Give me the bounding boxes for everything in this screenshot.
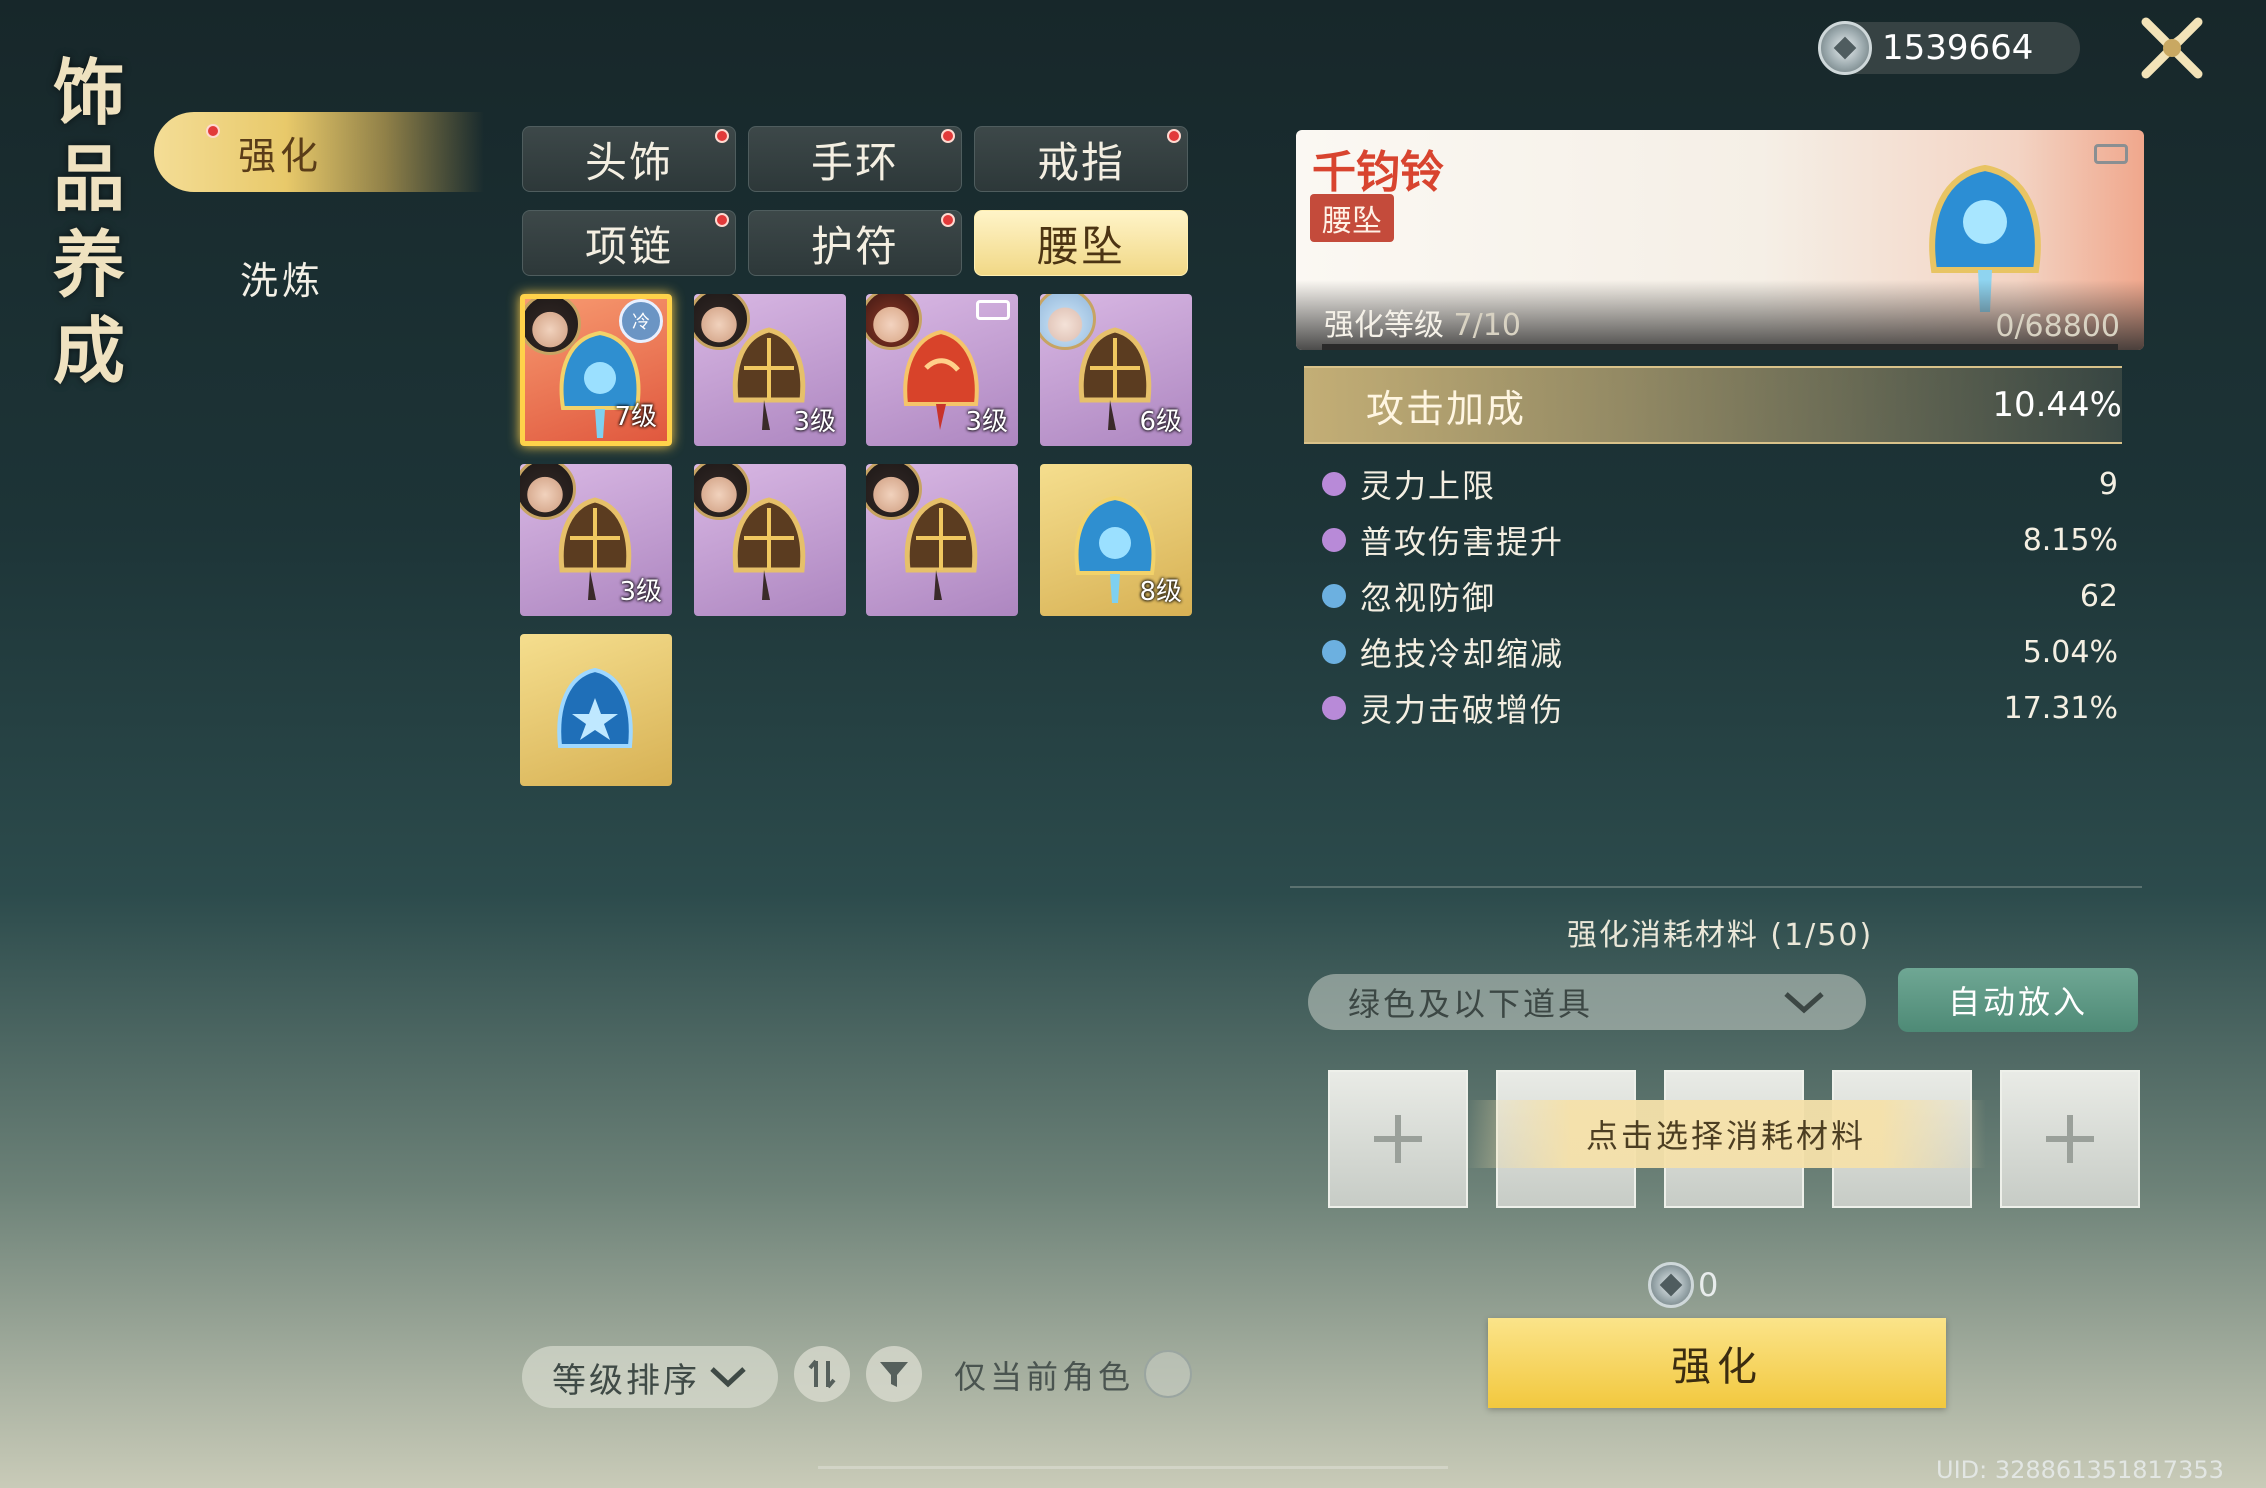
material-slot-hint: 点击选择消耗材料 [1466, 1100, 1986, 1168]
stat-row: 灵力击破增伤 17.31% [1322, 684, 2118, 732]
sort-order-button[interactable] [794, 1346, 850, 1402]
notification-badge [941, 213, 955, 227]
item-slot[interactable] [694, 464, 846, 616]
tab-necklace[interactable]: 项链 [522, 210, 736, 276]
material-slot[interactable] [1328, 1070, 1468, 1208]
enhance-level: 强化等级 7/10 [1324, 308, 1521, 343]
currency-amount: 1539664 [1882, 28, 2034, 68]
equipped-pin-icon: 冷 [619, 299, 663, 343]
tab-waist-pendant[interactable]: 腰坠 [974, 210, 1188, 276]
plus-icon [2046, 1115, 2094, 1163]
blue-orb-icon [1322, 640, 1346, 664]
blue-star-bell-icon [557, 667, 633, 748]
purple-orb-icon [1322, 472, 1346, 496]
main-stat-row: 攻击加成 10.44% [1304, 366, 2122, 444]
item-slot[interactable]: 3级 [694, 294, 846, 446]
notification-badge [715, 129, 729, 143]
chevron-down-icon [710, 1367, 746, 1388]
only-current-role-toggle[interactable] [1144, 1350, 1192, 1398]
plus-icon [1374, 1115, 1422, 1163]
stat-row: 普攻伤害提升 8.15% [1322, 516, 2118, 564]
tab-bracelet[interactable]: 手环 [748, 126, 962, 192]
item-name: 千钧铃 [1312, 147, 1444, 198]
item-slot[interactable]: 6级 [1040, 294, 1192, 446]
filter-funnel-icon [880, 1362, 908, 1387]
page-title: 饰 品 养 成 [52, 50, 125, 393]
item-type-badge: 腰坠 [1310, 194, 1394, 242]
enhance-button[interactable]: 强化 [1488, 1318, 1946, 1408]
silver-coin-icon [1818, 21, 1872, 75]
notification-badge [715, 213, 729, 227]
exp-progress-bar [1322, 344, 2118, 350]
lock-icon [2094, 144, 2128, 164]
item-slot[interactable]: 冷 7级 [520, 294, 672, 446]
stat-row: 忽视防御 62 [1322, 572, 2118, 620]
stat-row: 绝技冷却缩减 5.04% [1322, 628, 2118, 676]
sidebar-item-refine[interactable]: 洗炼 [240, 250, 324, 305]
notification-badge [941, 129, 955, 143]
close-x-icon[interactable] [2130, 6, 2214, 90]
notification-badge [206, 124, 220, 138]
auto-fill-button[interactable]: 自动放入 [1898, 968, 2138, 1032]
home-indicator [818, 1466, 1448, 1469]
lock-icon [976, 300, 1010, 320]
avatar [525, 299, 581, 355]
tab-headwear[interactable]: 头饰 [522, 126, 736, 192]
item-slot[interactable]: 3级 [866, 294, 1018, 446]
item-slot[interactable] [866, 464, 1018, 616]
sort-arrows-icon [808, 1359, 836, 1389]
tab-ring[interactable]: 戒指 [974, 126, 1188, 192]
item-slot[interactable] [520, 634, 672, 786]
item-slot[interactable]: 3级 [520, 464, 672, 616]
enhance-cost: 0 [1648, 1262, 1718, 1308]
filter-button[interactable] [866, 1346, 922, 1402]
materials-title: 强化消耗材料 (1/50) [1566, 918, 1874, 953]
item-slot[interactable]: 8级 [1040, 464, 1192, 616]
item-detail-card: 千钧铃 腰坠 强化等级 7/10 0/68800 [1296, 130, 2144, 350]
notification-badge [1167, 129, 1181, 143]
blue-orb-icon [1322, 584, 1346, 608]
silver-coin-icon [1648, 1262, 1694, 1308]
enhance-exp: 0/68800 [1995, 309, 2120, 344]
currency-display: 1539664 [1818, 21, 2080, 75]
only-current-role-label: 仅当前角色 [954, 1358, 1135, 1396]
purple-orb-icon [1322, 528, 1346, 552]
chevron-down-icon [1784, 992, 1824, 1014]
sidebar-item-enhance[interactable]: 强化 [154, 112, 484, 192]
material-slot[interactable] [2000, 1070, 2140, 1208]
tab-talisman[interactable]: 护符 [748, 210, 962, 276]
sidebar-item-label: 强化 [238, 133, 323, 178]
divider [1290, 886, 2142, 888]
stat-row: 灵力上限 9 [1322, 460, 2118, 508]
purple-orb-icon [1322, 696, 1346, 720]
uid-label: UID: 328861351817353 [1936, 1456, 2224, 1484]
sort-dropdown[interactable]: 等级排序 [522, 1346, 778, 1408]
material-filter-dropdown[interactable]: 绿色及以下道具 [1308, 974, 1866, 1030]
